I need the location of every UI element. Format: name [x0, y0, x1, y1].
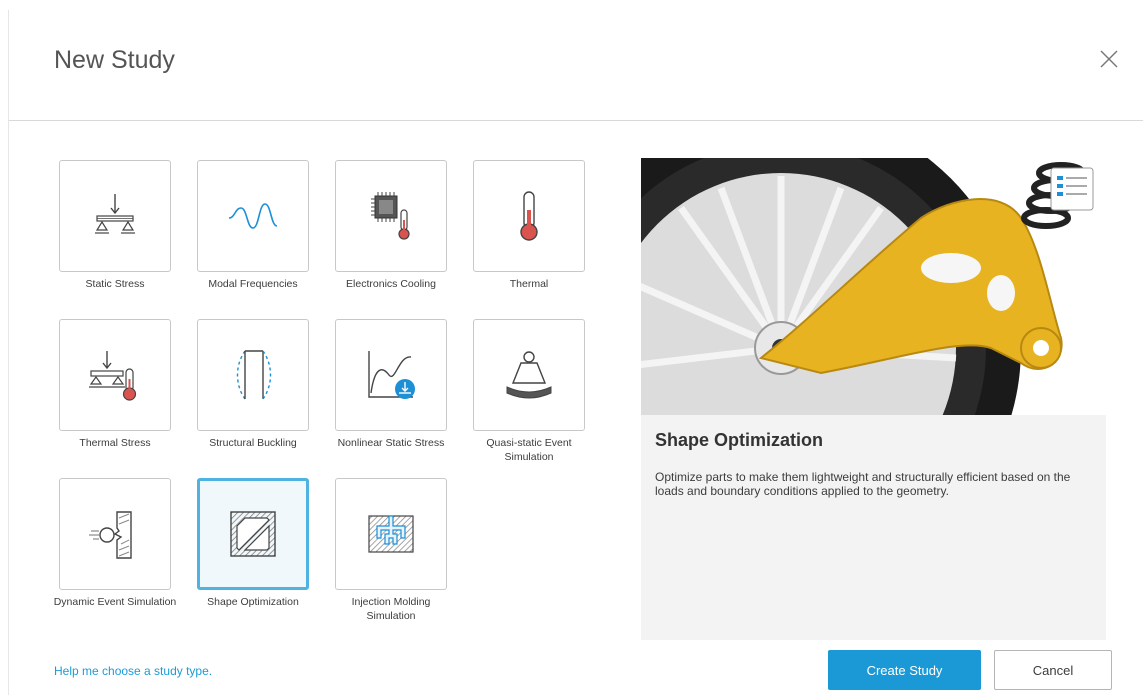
wheel-suspension-arm-image: [641, 158, 1106, 415]
tile-label: Injection Molding Simulation: [351, 596, 431, 622]
tile-thermal-stress[interactable]: Thermal Stress: [46, 319, 184, 479]
tile-label: Thermal: [509, 278, 549, 290]
tile-box[interactable]: [59, 160, 171, 272]
dynamic-event-icon: [89, 511, 132, 559]
tile-box[interactable]: [335, 478, 447, 590]
tile-label: Thermal Stress: [79, 437, 151, 449]
tile-label: Structural Buckling: [209, 437, 297, 449]
preview-title: Shape Optimization: [655, 430, 824, 450]
quasi-static-event-icon: [506, 351, 552, 399]
tile-injection-molding[interactable]: Injection Molding Simulation: [322, 478, 460, 638]
tile-box[interactable]: [335, 319, 447, 431]
electronics-cooling-icon: [371, 192, 410, 240]
structural-buckling-icon: [236, 350, 272, 400]
tile-box[interactable]: [197, 478, 309, 590]
tile-label: Dynamic Event Simulation: [53, 596, 177, 608]
tile-thermal[interactable]: Thermal: [460, 160, 598, 320]
tile-box[interactable]: [335, 160, 447, 272]
modal-frequencies-icon: [228, 203, 278, 229]
tile-static-stress[interactable]: Static Stress: [46, 160, 184, 320]
create-study-button[interactable]: Create Study: [828, 650, 981, 690]
tile-electronics-cooling[interactable]: Electronics Cooling: [322, 160, 460, 320]
tile-label: Quasi-static Event Simulation: [486, 437, 572, 463]
shape-optimization-icon: [230, 511, 276, 557]
static-stress-icon: [95, 194, 135, 234]
tile-dynamic-event[interactable]: Dynamic Event Simulation: [46, 478, 184, 638]
tile-box[interactable]: [473, 319, 585, 431]
tile-quasi-static-event[interactable]: Quasi-static Event Simulation: [460, 319, 598, 479]
help-choose-study-link[interactable]: Help me choose a study type.: [54, 664, 212, 678]
tile-shape-optimization[interactable]: Shape Optimization: [184, 478, 322, 638]
tile-nonlinear-static-stress[interactable]: Nonlinear Static Stress: [322, 319, 460, 479]
tile-box[interactable]: [473, 160, 585, 272]
tile-box[interactable]: [197, 160, 309, 272]
tile-label: Static Stress: [85, 278, 145, 290]
preview-description: Optimize parts to make them lightweight …: [655, 470, 1071, 498]
thermal-stress-icon: [89, 351, 137, 401]
study-preview-panel: Shape Optimization Optimize parts to mak…: [641, 158, 1106, 640]
injection-molding-icon: [368, 515, 414, 553]
dialog-header: New Study: [9, 10, 1143, 121]
tile-box[interactable]: [197, 319, 309, 431]
tile-box[interactable]: [59, 478, 171, 590]
tile-structural-buckling[interactable]: Structural Buckling: [184, 319, 322, 479]
new-study-dialog: New Study Static Stress Modal Frequencie…: [8, 10, 1143, 695]
close-icon[interactable]: [1098, 48, 1120, 70]
tile-modal-frequencies[interactable]: Modal Frequencies: [184, 160, 322, 320]
tile-label: Electronics Cooling: [346, 278, 436, 290]
nonlinear-static-stress-icon: [368, 351, 415, 399]
tile-label: Shape Optimization: [207, 596, 299, 608]
dialog-title: New Study: [54, 46, 175, 74]
tile-box[interactable]: [59, 319, 171, 431]
tile-label: Modal Frequencies: [208, 278, 298, 290]
thermometer-icon: [520, 191, 538, 241]
tile-label: Nonlinear Static Stress: [337, 437, 445, 449]
cancel-button[interactable]: Cancel: [994, 650, 1112, 690]
